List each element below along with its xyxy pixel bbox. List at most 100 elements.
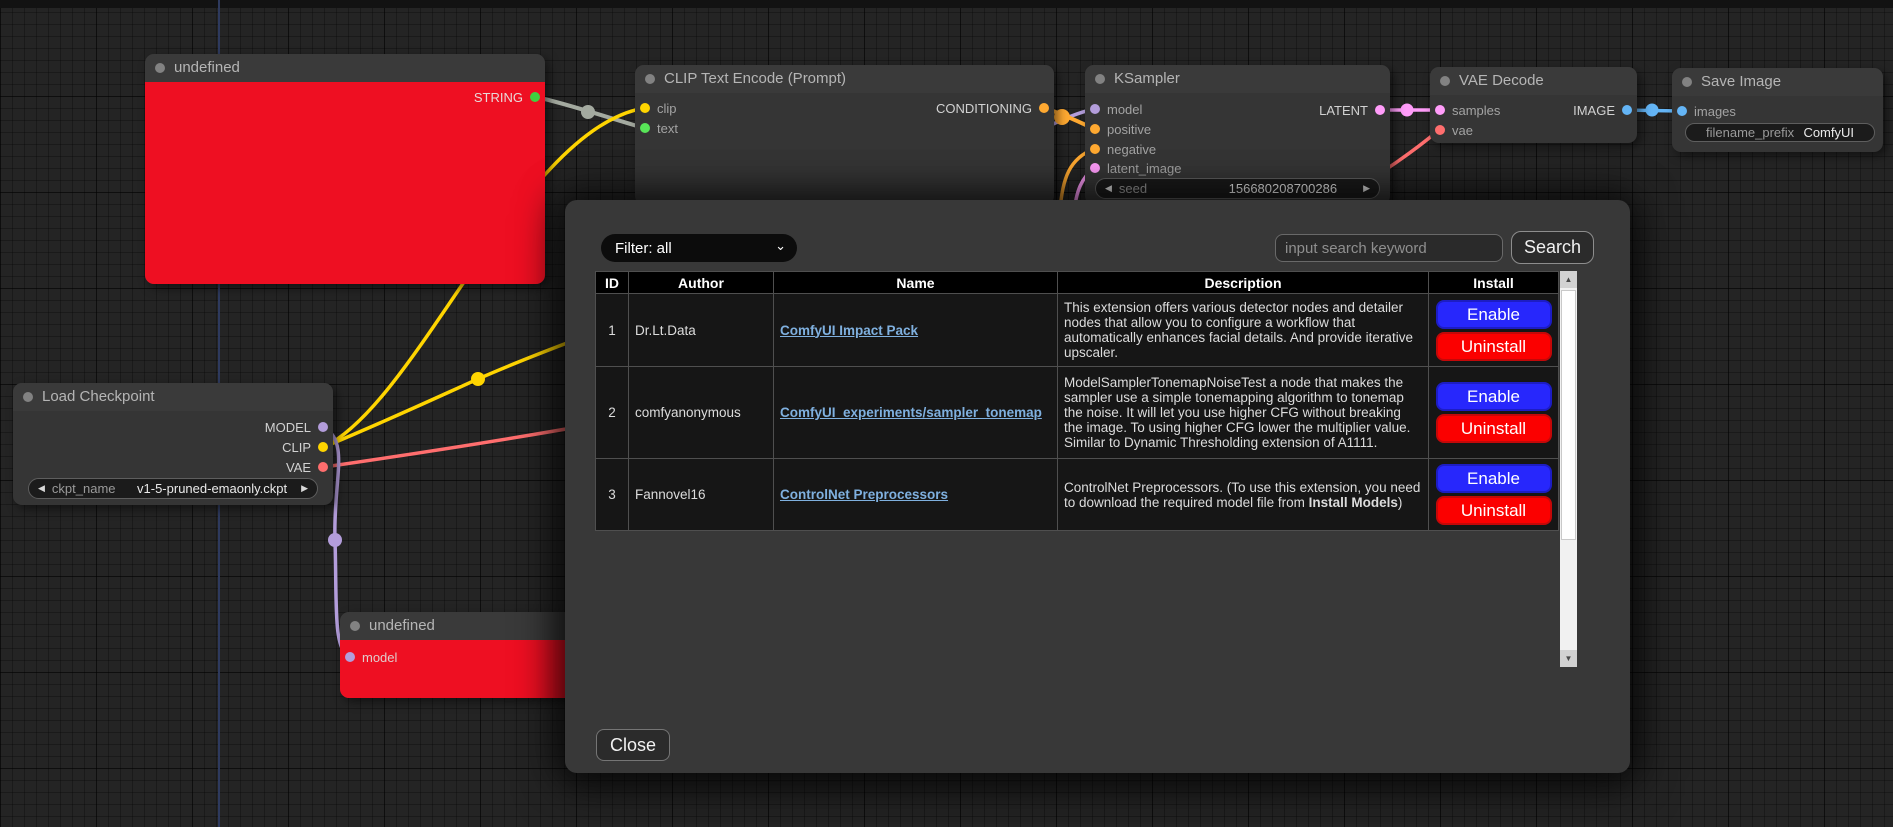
slot-dot[interactable] (1090, 104, 1100, 114)
scroll-up-icon[interactable]: ▲ (1560, 271, 1577, 288)
uninstall-button[interactable]: Uninstall (1436, 332, 1552, 361)
next-arrow-icon[interactable]: ▶ (301, 484, 308, 493)
cell-id: 2 (596, 367, 629, 459)
previous-arrow-icon[interactable]: ◀ (38, 484, 45, 493)
collapse-dot-icon[interactable] (23, 392, 33, 402)
reroute-dot-string (581, 105, 595, 119)
node-title-bar[interactable]: KSampler (1085, 65, 1390, 93)
comfyui-node-canvas[interactable]: undefined STRING CLIP Text Encode (Promp… (0, 0, 1893, 827)
node-title-bar[interactable]: VAE Decode (1430, 67, 1637, 95)
node-save-image[interactable]: Save Image images filename_prefix ComfyU… (1672, 68, 1883, 152)
slot-label: images (1694, 104, 1736, 119)
cell-author: Fannovel16 (629, 459, 774, 531)
slot-label: clip (657, 101, 677, 116)
slot-label: CONDITIONING (936, 101, 1032, 116)
slot-dot[interactable] (1090, 144, 1100, 154)
node-clip-text-encode[interactable]: CLIP Text Encode (Prompt) clip text COND… (635, 65, 1054, 205)
filter-select[interactable]: Filter: all (601, 234, 797, 262)
close-button[interactable]: Close (596, 729, 670, 761)
widget-value[interactable]: ComfyUI (1803, 125, 1854, 140)
slot-dot[interactable] (345, 652, 355, 662)
extension-link[interactable]: ComfyUI_experiments/sampler_tonemap (780, 405, 1042, 420)
slot-dot[interactable] (530, 92, 540, 102)
extension-link[interactable]: ControlNet Preprocessors (780, 487, 948, 502)
slot-dot[interactable] (640, 123, 650, 133)
slot-dot[interactable] (1375, 105, 1385, 115)
increment-arrow-icon[interactable]: ▶ (1363, 184, 1370, 193)
slot-label: negative (1107, 142, 1156, 157)
slot-dot[interactable] (1677, 106, 1687, 116)
input-slot-model[interactable]: model (345, 649, 397, 665)
input-slot-text[interactable]: text (640, 120, 678, 136)
node-title-bar[interactable]: CLIP Text Encode (Prompt) (635, 65, 1054, 93)
node-title: Save Image (1701, 73, 1781, 90)
slot-dot[interactable] (1435, 125, 1445, 135)
slot-dot[interactable] (1622, 105, 1632, 115)
collapse-dot-icon[interactable] (155, 63, 165, 73)
output-slot-vae[interactable]: VAE (286, 459, 328, 475)
search-input[interactable] (1275, 234, 1503, 262)
widget-value[interactable]: 156680208700286 (1229, 181, 1337, 196)
cell-install: Enable Uninstall (1429, 294, 1559, 367)
slot-dot[interactable] (318, 422, 328, 432)
node-title: Load Checkpoint (42, 388, 155, 405)
slot-dot[interactable] (1090, 163, 1100, 173)
slot-dot[interactable] (1435, 105, 1445, 115)
slot-dot[interactable] (318, 462, 328, 472)
node-vae-decode[interactable]: VAE Decode samples vae IMAGE (1430, 67, 1637, 143)
scrollbar-thumb[interactable] (1561, 290, 1576, 540)
input-slot-negative[interactable]: negative (1090, 141, 1156, 157)
scroll-down-icon[interactable]: ▼ (1560, 650, 1577, 667)
collapse-dot-icon[interactable] (1095, 74, 1105, 84)
filename-prefix-widget[interactable]: filename_prefix ComfyUI (1685, 123, 1875, 142)
uninstall-button[interactable]: Uninstall (1436, 496, 1552, 525)
slot-dot[interactable] (318, 442, 328, 452)
collapse-dot-icon[interactable] (1682, 77, 1692, 87)
node-body (145, 82, 545, 284)
node-title: CLIP Text Encode (Prompt) (664, 70, 846, 87)
output-slot-model[interactable]: MODEL (265, 419, 328, 435)
slot-label: MODEL (265, 420, 311, 435)
node-undefined-top[interactable]: undefined STRING (145, 54, 545, 284)
search-button[interactable]: Search (1511, 231, 1594, 264)
node-title-bar[interactable]: Save Image (1672, 68, 1883, 96)
scrollbar[interactable]: ▲ ▼ (1560, 271, 1577, 667)
node-title-bar[interactable]: undefined (145, 54, 545, 82)
input-slot-model[interactable]: model (1090, 101, 1142, 117)
ckpt-name-widget[interactable]: ◀ ckpt_name v1-5-pruned-emaonly.ckpt ▶ (28, 478, 318, 499)
output-slot-clip[interactable]: CLIP (282, 439, 328, 455)
node-title-bar[interactable]: Load Checkpoint (13, 383, 333, 411)
input-slot-samples[interactable]: samples (1435, 102, 1500, 118)
collapse-dot-icon[interactable] (645, 74, 655, 84)
slot-dot[interactable] (640, 103, 650, 113)
enable-button[interactable]: Enable (1436, 382, 1552, 411)
input-slot-positive[interactable]: positive (1090, 121, 1151, 137)
input-slot-clip[interactable]: clip (640, 100, 677, 116)
enable-button[interactable]: Enable (1436, 464, 1552, 493)
node-title: undefined (174, 59, 240, 76)
output-slot-image[interactable]: IMAGE (1573, 102, 1632, 118)
extensions-table: ID Author Name Description Install 1 Dr.… (595, 271, 1559, 531)
collapse-dot-icon[interactable] (1440, 76, 1450, 86)
col-header-install: Install (1429, 272, 1559, 294)
slot-dot[interactable] (1090, 124, 1100, 134)
input-slot-images[interactable]: images (1677, 103, 1736, 119)
node-title: undefined (369, 617, 435, 634)
output-slot-conditioning[interactable]: CONDITIONING (936, 100, 1049, 116)
uninstall-button[interactable]: Uninstall (1436, 414, 1552, 443)
input-slot-vae[interactable]: vae (1435, 122, 1473, 138)
widget-value[interactable]: v1-5-pruned-emaonly.ckpt (137, 481, 287, 496)
slot-label: positive (1107, 122, 1151, 137)
collapse-dot-icon[interactable] (350, 621, 360, 631)
slot-label: samples (1452, 103, 1500, 118)
input-slot-latent-image[interactable]: latent_image (1090, 160, 1181, 176)
seed-widget[interactable]: ◀ seed 156680208700286 ▶ (1095, 178, 1380, 199)
output-slot-latent[interactable]: LATENT (1319, 102, 1385, 118)
extension-link[interactable]: ComfyUI Impact Pack (780, 323, 918, 338)
output-slot-string[interactable]: STRING (474, 89, 540, 105)
node-ksampler[interactable]: KSampler model positive negative latent_… (1085, 65, 1390, 205)
node-load-checkpoint[interactable]: Load Checkpoint MODEL CLIP VAE ◀ ckpt_na… (13, 383, 333, 505)
decrement-arrow-icon[interactable]: ◀ (1105, 184, 1112, 193)
slot-dot[interactable] (1039, 103, 1049, 113)
enable-button[interactable]: Enable (1436, 300, 1552, 329)
